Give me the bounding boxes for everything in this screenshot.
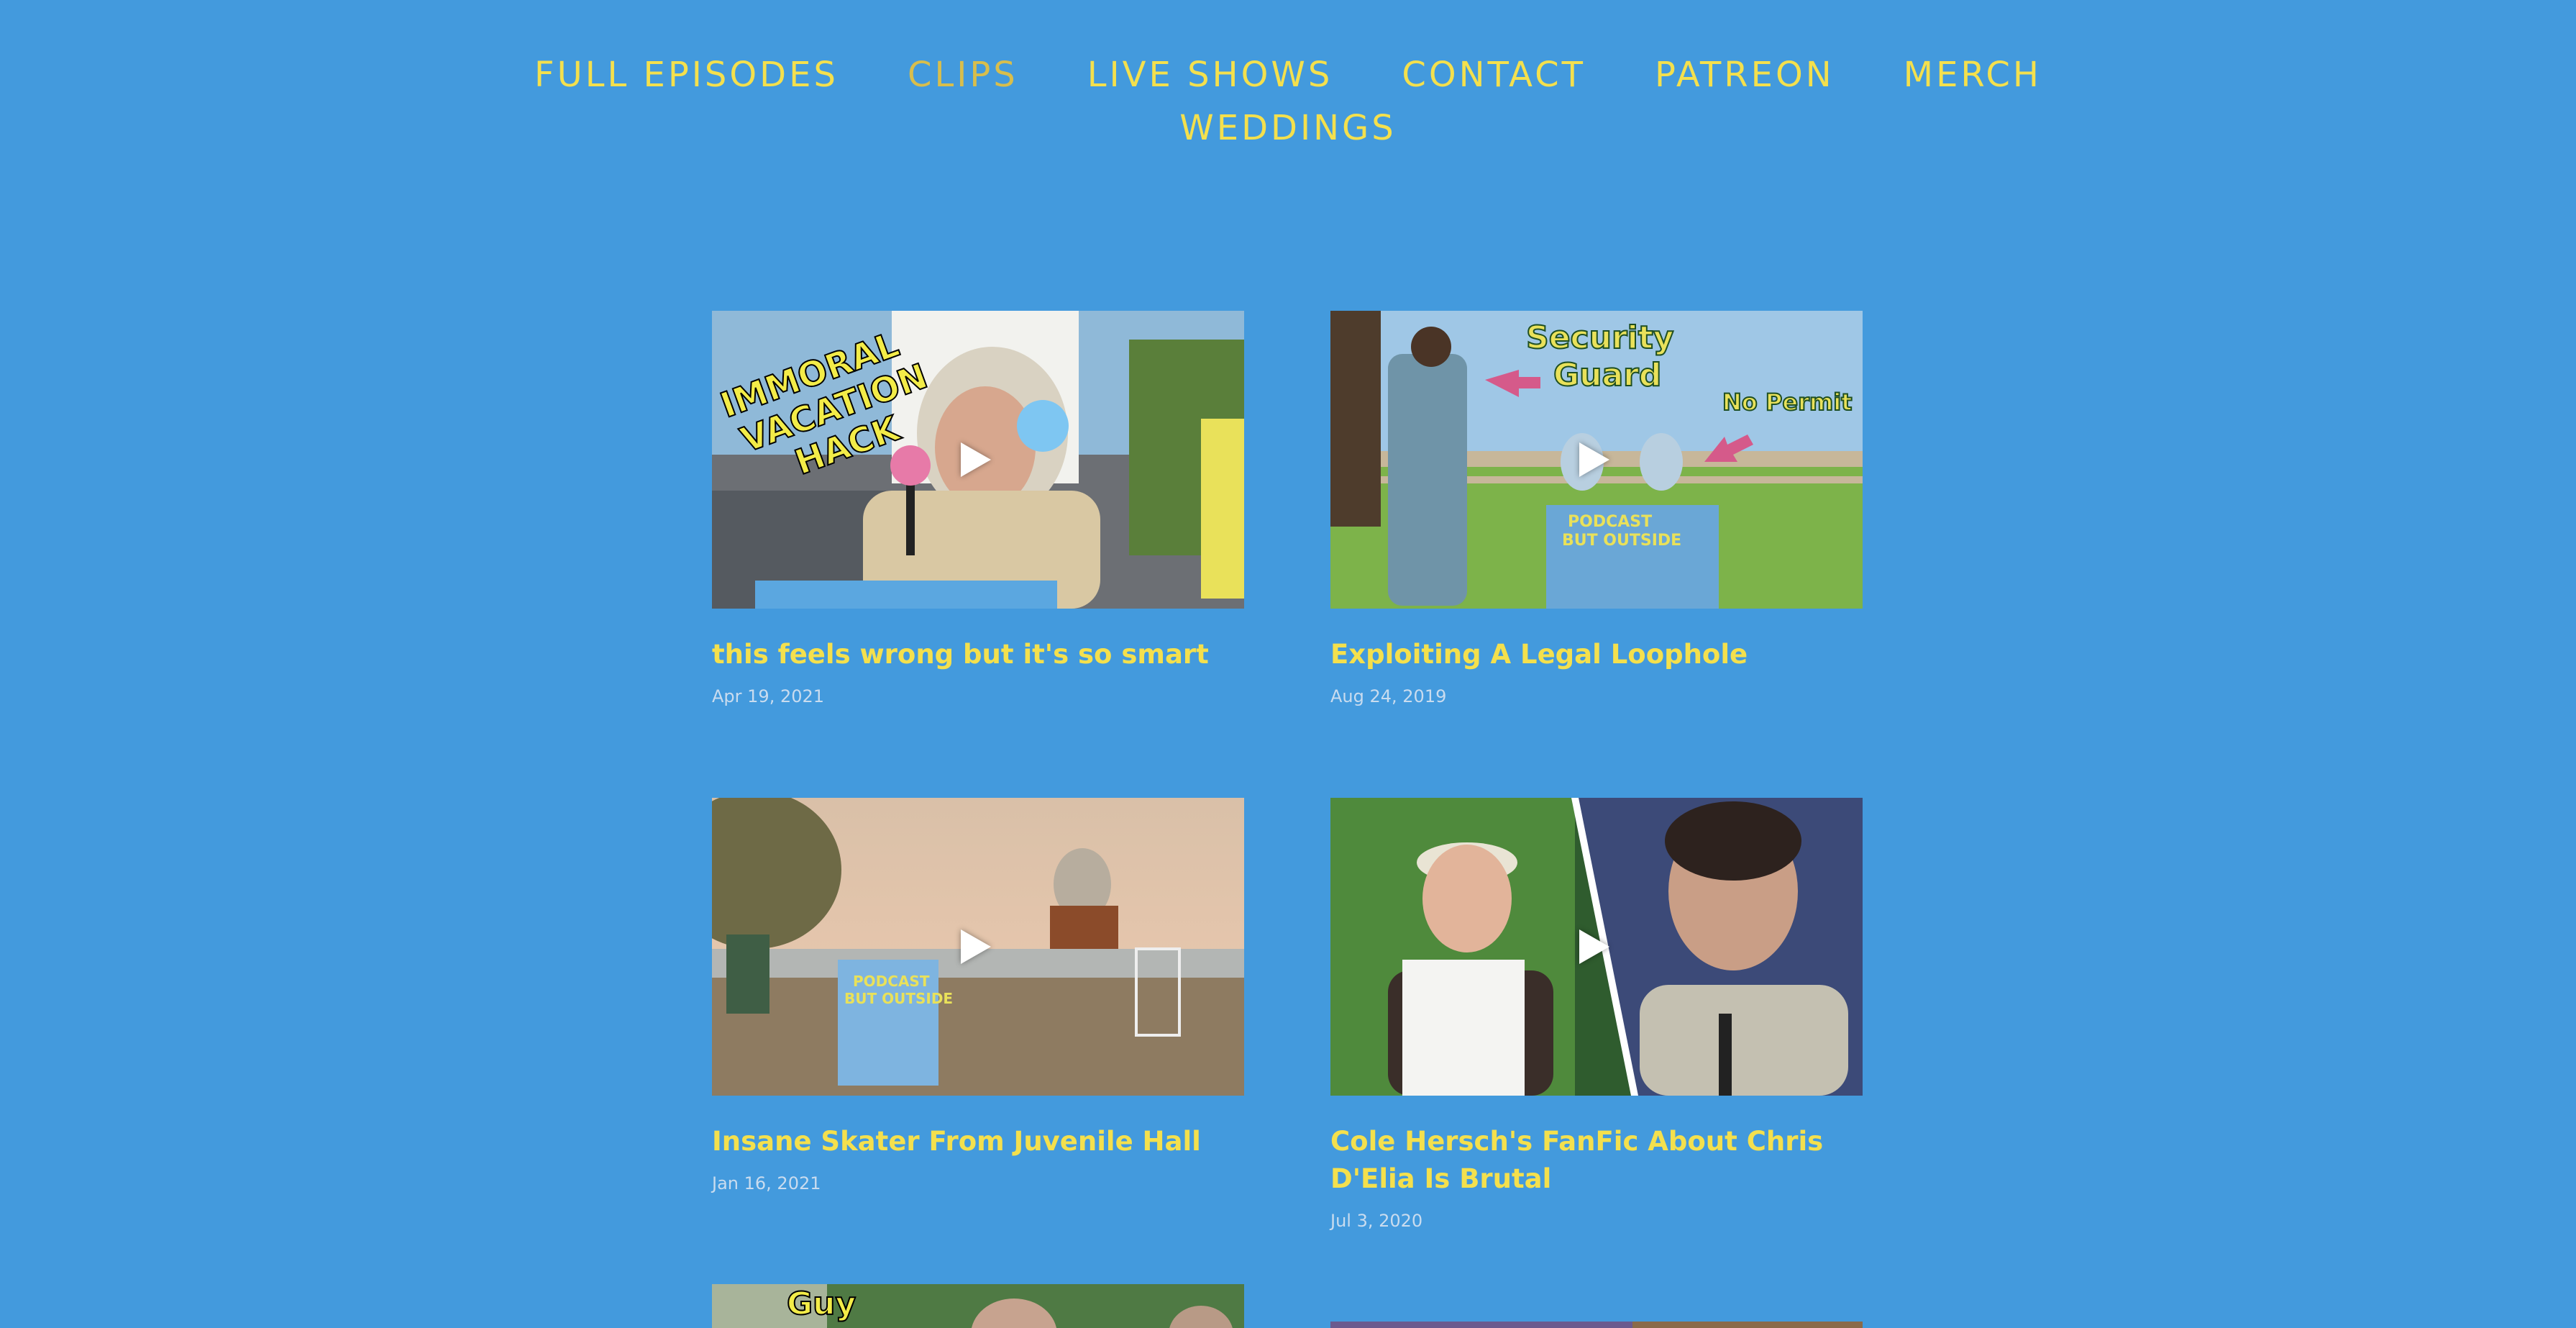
nav-item-patreon[interactable]: PATREON <box>1655 52 1835 98</box>
video-date: Jul 3, 2020 <box>1330 1211 1423 1231</box>
nav-item-full-episodes[interactable]: FULL EPISODES <box>534 52 839 98</box>
video-card: IMMORAL VACATION HACK this feels wrong b… <box>712 311 1244 714</box>
nav-row-secondary: WEDDINGS <box>0 105 2576 151</box>
thumbnail-caption: BUT OUTSIDE <box>844 990 953 1007</box>
video-thumbnail[interactable]: PODCAST BUT OUTSIDE <box>712 798 1244 1096</box>
video-thumbnail[interactable] <box>1330 1322 1863 1328</box>
video-date: Aug 24, 2019 <box>1330 686 1447 706</box>
thumbnail-caption: No Permit <box>1722 388 1852 416</box>
nav-item-merch[interactable]: MERCH <box>1904 52 2042 98</box>
thumbnail-caption: PODCAST <box>1568 513 1652 531</box>
nav-item-clips[interactable]: CLIPS <box>908 52 1018 98</box>
video-card: PODCAST BUT OUTSIDE Security Guard No Pe… <box>1330 311 1863 714</box>
video-date: Jan 16, 2021 <box>712 1173 821 1193</box>
thumbnail-image <box>1330 1322 1863 1328</box>
play-icon[interactable] <box>961 442 991 477</box>
thumbnail-caption: Guy <box>787 1286 856 1322</box>
thumbnail-caption: Guard <box>1553 357 1661 394</box>
video-thumbnail[interactable] <box>1330 798 1863 1096</box>
video-title[interactable]: Exploiting A Legal Loophole <box>1330 636 1863 673</box>
video-card: Cole Hersch's FanFic About Chris D'Elia … <box>1330 798 1863 1244</box>
nav-row-primary: FULL EPISODES CLIPS LIVE SHOWS CONTACT P… <box>0 52 2576 98</box>
video-thumbnail[interactable]: PODCAST BUT OUTSIDE Security Guard No Pe… <box>1330 311 1863 609</box>
play-icon[interactable] <box>961 929 991 964</box>
video-thumbnail[interactable]: IMMORAL VACATION HACK <box>712 311 1244 609</box>
site-nav: FULL EPISODES CLIPS LIVE SHOWS CONTACT P… <box>0 0 2576 173</box>
thumbnail-caption: PODCAST <box>853 973 930 990</box>
video-card: PODCAST BUT OUTSIDE Insane Skater From J… <box>712 798 1244 1201</box>
video-title[interactable]: Cole Hersch's FanFic About Chris D'Elia … <box>1330 1123 1863 1198</box>
video-card: Guy <box>712 1284 1244 1328</box>
nav-item-contact[interactable]: CONTACT <box>1402 52 1586 98</box>
video-title[interactable]: Insane Skater From Juvenile Hall <box>712 1123 1244 1160</box>
video-title[interactable]: this feels wrong but it's so smart <box>712 636 1244 673</box>
thumbnail-caption: Security <box>1526 319 1673 356</box>
play-icon[interactable] <box>1579 442 1609 477</box>
video-thumbnail[interactable]: Guy <box>712 1284 1244 1328</box>
video-date: Apr 19, 2021 <box>712 686 825 706</box>
nav-item-live-shows[interactable]: LIVE SHOWS <box>1087 52 1333 98</box>
thumbnail-image: Guy <box>712 1284 1244 1328</box>
video-card <box>1330 1322 1863 1328</box>
play-icon[interactable] <box>1579 929 1609 964</box>
nav-item-weddings[interactable]: WEDDINGS <box>1179 105 1396 151</box>
thumbnail-caption: BUT OUTSIDE <box>1562 532 1681 550</box>
